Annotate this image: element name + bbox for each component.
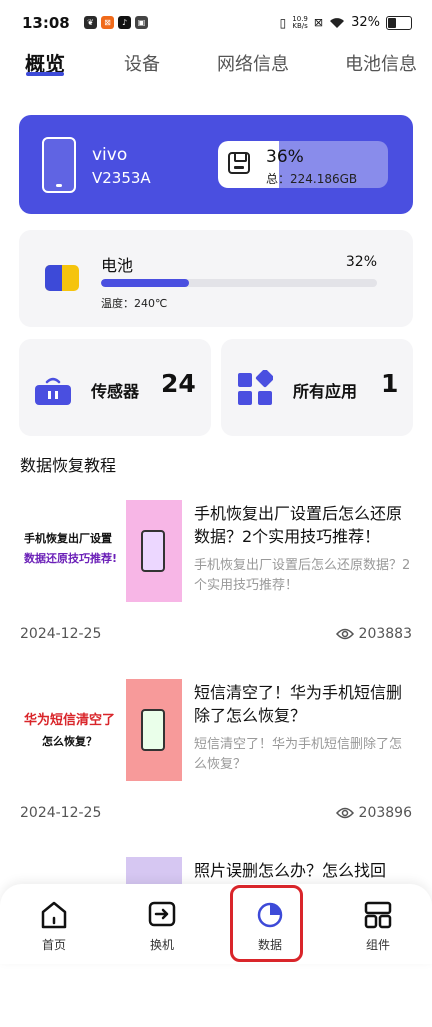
article-views: 203883 [335, 626, 412, 642]
article-date: 2024-12-25 [20, 805, 102, 821]
all-apps-card[interactable]: 所有应用 1 [221, 339, 413, 436]
tab-device[interactable]: 设备 [124, 50, 160, 76]
net-speed: 10.9 KB/s [292, 14, 308, 30]
nav-home[interactable]: 首页 [0, 884, 108, 964]
top-tabs: 概览 设备 网络信息 电池信息 [0, 44, 432, 88]
sensor-count: 24 [161, 369, 196, 398]
sensor-icon [35, 377, 71, 405]
article-views: 203896 [335, 805, 412, 821]
app-icon: ▣ [135, 16, 148, 29]
battery-progress-bar [101, 279, 377, 287]
apps-grid-icon [238, 370, 273, 405]
storage-icon [228, 152, 250, 174]
no-sim-icon: ⊠ [313, 16, 324, 29]
nav-widgets[interactable]: 组件 [324, 884, 432, 964]
all-apps-count: 1 [381, 369, 399, 398]
storage-total: 总：224.186GB [266, 172, 358, 186]
tab-active-indicator [26, 72, 64, 76]
article-summary: 手机恢复出厂设置后怎么还原数据？2个实用技巧推荐！ [194, 558, 411, 593]
article-summary: 短信清空了！华为手机短信删除了怎么恢复？ [194, 737, 403, 772]
battery-card[interactable]: 电池 32% 温度：240℃ [19, 230, 413, 327]
battery-percent: 32% [345, 254, 377, 270]
notification-icons: ❦ ⊠ ♪ ▣ [84, 16, 148, 29]
device-card[interactable]: vivo V2353A 36% 总：224.186GB [19, 115, 413, 214]
sensor-label: 传感器 [91, 382, 140, 401]
article-title: 短信清空了！华为手机短信删除了怎么恢复？ [194, 683, 403, 725]
phone-icon [42, 137, 76, 193]
battery-icon [45, 265, 79, 291]
sensor-card[interactable]: 传感器 24 [19, 339, 211, 436]
bottom-nav: 首页 换机 数据 组件 [0, 884, 432, 964]
article-card[interactable]: 手机恢复出厂设置 数据还原技巧推荐! 手机恢复出厂设置后怎么还原数据？2个实用技… [0, 500, 432, 670]
battery-icon [386, 15, 412, 30]
eye-icon [335, 807, 354, 819]
device-model: V2353A [92, 169, 151, 187]
storage-usage: 36% 总：224.186GB [218, 141, 388, 188]
battery-temperature: 温度：240℃ [101, 297, 168, 310]
section-title: 数据恢复教程 [20, 456, 117, 475]
article-title: 照片误删怎么办？怎么找回 [194, 861, 387, 880]
article-date: 2024-12-25 [20, 626, 102, 642]
status-right: ▯ 10.9 KB/s ⊠ 32% [280, 15, 412, 30]
tiktok-icon: ♪ [118, 16, 131, 29]
article-thumbnail: 手机恢复出厂设置 数据还原技巧推荐! [20, 500, 182, 602]
storage-percent: 36% [266, 147, 304, 167]
nav-switch-phone[interactable]: 换机 [108, 884, 216, 964]
tab-battery-info[interactable]: 电池信息 [345, 50, 417, 76]
home-icon [41, 901, 67, 929]
status-time: 13:08 [22, 14, 70, 32]
eye-icon [335, 628, 354, 640]
battery-title: 电池 [101, 256, 134, 275]
highlight-annotation [230, 885, 303, 962]
article-title: 手机恢复出厂设置后怎么还原数据？2个实用技巧推荐！ [194, 504, 403, 546]
leaf-icon: ❦ [84, 16, 97, 29]
article-thumbnail: 华为短信清空了 怎么恢复？ [20, 679, 182, 781]
wifi-icon [330, 17, 345, 28]
widgets-icon [364, 901, 392, 929]
mi-store-icon: ⊠ [101, 16, 114, 29]
battery-percent-text: 32% [351, 15, 380, 30]
status-bar: 13:08 ❦ ⊠ ♪ ▣ ▯ 10.9 KB/s ⊠ 32% [0, 0, 432, 44]
all-apps-label: 所有应用 [293, 382, 358, 401]
vibrate-icon: ▯ [279, 15, 287, 30]
device-brand: vivo [92, 145, 128, 165]
tab-network-info[interactable]: 网络信息 [217, 50, 289, 76]
article-card[interactable]: 华为短信清空了 怎么恢复？ 短信清空了！华为手机短信删除了怎么恢复？ 短信清空了… [0, 679, 432, 849]
switch-phone-icon [148, 901, 176, 927]
